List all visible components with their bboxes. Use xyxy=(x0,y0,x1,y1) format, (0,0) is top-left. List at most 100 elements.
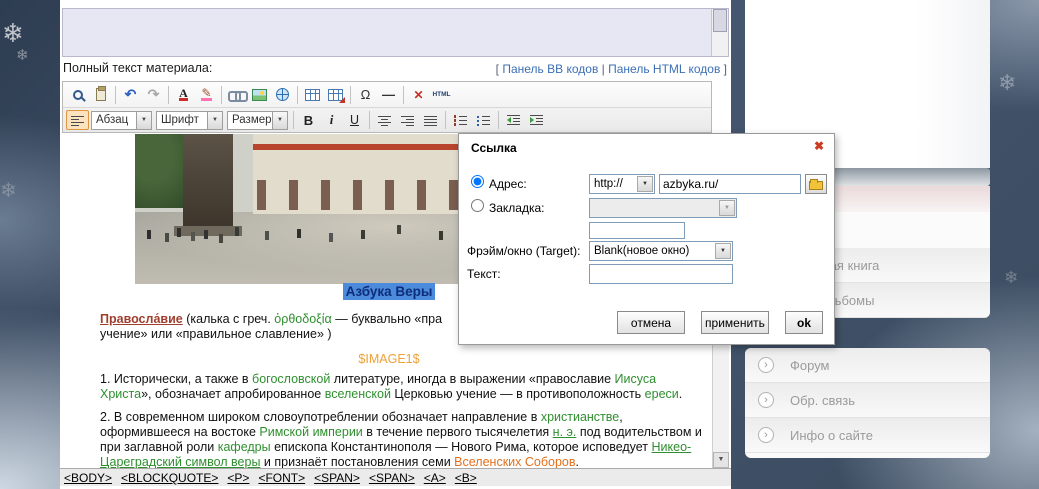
intro-textarea[interactable] xyxy=(62,8,729,57)
html-source-button[interactable]: HTML xyxy=(430,84,453,105)
sidebar-item-site-info[interactable]: › Инфо о сайте xyxy=(745,418,990,453)
apply-button[interactable]: применить xyxy=(701,311,769,334)
align-justify-button[interactable] xyxy=(419,110,442,131)
undo-button[interactable]: ↶ xyxy=(119,84,142,105)
bracket: ] xyxy=(720,62,727,76)
path-tag[interactable]: <A> xyxy=(424,471,446,485)
text-run: в течение первого тысячелетия xyxy=(363,425,553,439)
insert-link-button[interactable] xyxy=(225,84,248,105)
material-label: Полный текст материала: xyxy=(63,61,212,75)
protocol-select[interactable]: http:// xyxy=(589,174,655,194)
chevron-down-icon[interactable] xyxy=(719,200,735,216)
link-text-input[interactable] xyxy=(589,264,733,284)
toolbar-separator xyxy=(115,86,116,104)
indent-button[interactable] xyxy=(525,110,548,131)
path-tag[interactable]: <BODY> xyxy=(64,471,112,485)
chevron-down-icon[interactable] xyxy=(637,176,653,192)
bookmark-select[interactable] xyxy=(589,198,737,218)
font-color-icon: A xyxy=(179,88,188,101)
browse-server-button[interactable] xyxy=(805,174,827,194)
align-right-button[interactable] xyxy=(396,110,419,131)
preview-button[interactable] xyxy=(66,84,89,105)
path-tag[interactable]: <BLOCKQUOTE> xyxy=(121,471,218,485)
html-codes-panel-link[interactable]: Панель HTML кодов xyxy=(608,62,720,76)
sidebar-item-forum[interactable]: › Форум xyxy=(745,348,990,383)
paste-button[interactable] xyxy=(89,84,112,105)
text-run: . xyxy=(679,387,682,401)
indent-icon xyxy=(530,114,543,126)
chevron-right-icon: › xyxy=(758,357,774,373)
bookmark-label: Закладка: xyxy=(489,201,545,215)
dash-icon: — xyxy=(382,87,395,102)
green-link: Римской империи xyxy=(259,425,362,439)
toolbar-separator xyxy=(221,86,222,104)
insert-table-button[interactable] xyxy=(301,84,324,105)
edit-table-button[interactable] xyxy=(324,84,347,105)
path-tag[interactable]: <FONT> xyxy=(258,471,305,485)
underline-button[interactable]: U xyxy=(343,110,366,131)
path-tag[interactable]: <B> xyxy=(455,471,477,485)
chevron-down-icon[interactable] xyxy=(207,112,222,129)
editor-toolbar: ↶ ↷ A ✎ Ω — ✕ HTML Абза xyxy=(62,81,712,133)
align-center-button[interactable] xyxy=(373,110,396,131)
text-run: », обозначает апробированное xyxy=(141,387,325,401)
snowflake-icon xyxy=(16,46,29,64)
text-run: . xyxy=(576,455,579,468)
scrollbar-thumb[interactable] xyxy=(713,9,727,32)
insert-image-button[interactable] xyxy=(248,84,271,105)
paragraph-format-select[interactable]: Абзац xyxy=(91,111,152,130)
ok-button[interactable]: ok xyxy=(785,311,823,334)
address-input[interactable] xyxy=(659,174,801,194)
green-link: богословской xyxy=(252,372,330,386)
path-tag[interactable]: <P> xyxy=(227,471,249,485)
insert-media-button[interactable] xyxy=(271,84,294,105)
intro-scrollbar[interactable] xyxy=(711,9,728,56)
bold-button[interactable]: B xyxy=(297,110,320,131)
scroll-down-icon[interactable]: ▼ xyxy=(713,452,729,468)
cancel-button[interactable]: отмена xyxy=(617,311,685,334)
chevron-down-icon[interactable] xyxy=(715,243,731,259)
font-family-select[interactable]: Шрифт xyxy=(156,111,223,130)
address-radio[interactable] xyxy=(471,175,484,188)
page: Полный текст материала: [ Панель BB кодо… xyxy=(0,0,1039,489)
unordered-list-icon xyxy=(477,114,490,126)
undo-icon: ↶ xyxy=(125,86,137,103)
chevron-down-icon[interactable] xyxy=(136,112,151,129)
close-icon[interactable]: ✖ xyxy=(814,139,824,153)
chevron-down-icon[interactable] xyxy=(272,112,287,129)
green-link: кафедры xyxy=(218,440,271,454)
text-run: Церковью учение — в противоположность xyxy=(391,387,645,401)
target-select[interactable]: Blank(новое окно) xyxy=(589,241,733,261)
outdent-button[interactable] xyxy=(502,110,525,131)
remove-format-button[interactable]: ✕ xyxy=(407,84,430,105)
bookmark-radio[interactable] xyxy=(471,199,484,212)
path-tag[interactable]: <SPAN> xyxy=(369,471,415,485)
align-left-icon xyxy=(71,114,84,126)
bookmark-anchor-input[interactable] xyxy=(589,222,685,239)
align-left-button[interactable] xyxy=(66,110,89,130)
sidebar-menu-bottom: › Форум › Обр. связь › Инфо о сайте xyxy=(745,348,990,458)
target-label: Фрэйм/окно (Target): xyxy=(467,244,580,258)
redo-button[interactable]: ↷ xyxy=(142,84,165,105)
italic-button[interactable]: i xyxy=(320,110,343,131)
orange-link: Вселенских Соборов xyxy=(454,455,575,468)
unordered-list-button[interactable] xyxy=(472,110,495,131)
marker-icon: ✎ xyxy=(201,88,211,101)
font-size-select[interactable]: Размер xyxy=(227,111,288,130)
bb-codes-panel-link[interactable]: Панель BB кодов xyxy=(502,62,598,76)
ordered-list-button[interactable] xyxy=(449,110,472,131)
path-tag[interactable]: <SPAN> xyxy=(314,471,360,485)
text-label: Текст: xyxy=(467,267,501,281)
image-icon xyxy=(252,89,267,101)
element-path-statusbar: <BODY> <BLOCKQUOTE> <P> <FONT> <SPAN> <SPAN> <… xyxy=(60,468,731,486)
paragraph-2: 2. В современном широком словоупотреблен… xyxy=(100,410,678,468)
toolbar-separator xyxy=(369,111,370,129)
chevron-right-icon: › xyxy=(758,427,774,443)
align-justify-icon xyxy=(424,114,437,126)
special-char-button[interactable]: Ω xyxy=(354,84,377,105)
green-link: вселенской xyxy=(325,387,391,401)
sidebar-item-feedback[interactable]: › Обр. связь xyxy=(745,383,990,418)
highlight-color-button[interactable]: ✎ xyxy=(195,84,218,105)
font-color-button[interactable]: A xyxy=(172,84,195,105)
horizontal-rule-button[interactable]: — xyxy=(377,84,400,105)
